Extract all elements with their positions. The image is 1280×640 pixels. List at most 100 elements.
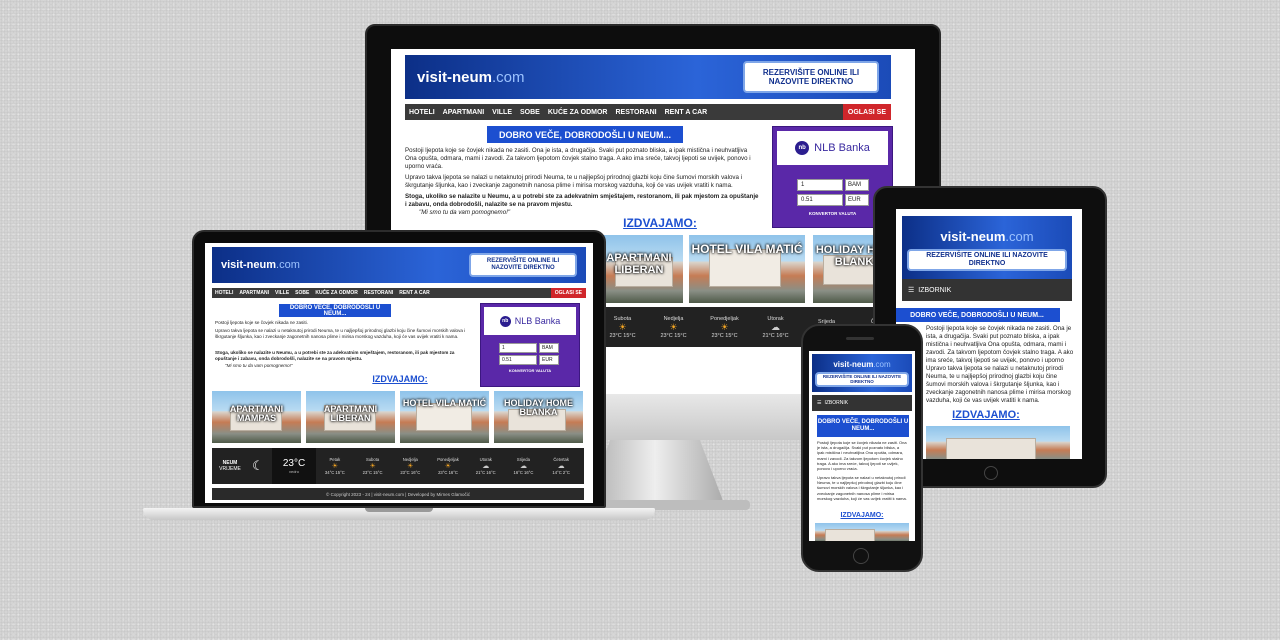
currency-select-2[interactable]: EUR: [539, 355, 559, 365]
featured-heading: IZDVAJAMO:: [952, 409, 1020, 421]
weather-bar: NEUM VRIJEME ☾ 23°C vedro Petak ☀ 34°C 15°C …: [212, 448, 584, 484]
currency-converter-widget: nb NLB Banka 1 BAM 0.51 EUR KONVERTOR VA…: [480, 303, 580, 387]
listing-card[interactable]: [926, 426, 1070, 459]
featured-heading: IZDVAJAMO:: [840, 512, 884, 519]
currency-select-2[interactable]: EUR: [845, 194, 869, 206]
listing-title: HOTEL VILA MATIĆ: [402, 398, 487, 408]
ads-button[interactable]: OGLASI SE: [550, 288, 586, 298]
listing-card[interactable]: HOTEL VILA MATIĆ: [400, 391, 489, 443]
listing-card[interactable]: HOLIDAY HOME BLANKA: [494, 391, 583, 443]
site-header: visit-neum.com REZERVIŠITE ONLINE ILI NA…: [212, 247, 586, 283]
featured-heading: IZDVAJAMO:: [623, 216, 697, 230]
listing-card[interactable]: [815, 523, 909, 541]
reserve-button[interactable]: REZERVIŠITE ONLINE ILI NAZOVITE DIREKTNO: [907, 249, 1067, 271]
weather-day: Petak ☀ 34°C 15°C: [316, 457, 354, 475]
listing-title: HOTEL VILA MATIĆ: [691, 242, 803, 256]
listing-card[interactable]: APARTMANI MAMPAS: [212, 391, 301, 443]
menu-bar[interactable]: ☰ IZBORNIK: [902, 279, 1072, 301]
weather-day: Subota ☀ 23°C 15°C: [354, 457, 392, 475]
welcome-banner: DOBRO VEČE, DOBRODOŠLI U NEUM...: [817, 415, 909, 437]
reserve-button[interactable]: REZERVIŠITE ONLINE ILI NAZOVITE DIREKTNO: [743, 61, 879, 93]
bank-name: NLB Banka: [814, 142, 870, 154]
weather-day: Srijeda ☁ 16°C 16°C: [505, 457, 543, 475]
listing-title: APARTMANI LIBERAN: [323, 404, 378, 424]
phone-home-button[interactable]: [853, 548, 869, 564]
currency-select-1[interactable]: BAM: [845, 179, 869, 191]
quote-text: "Mi smo tu da vam pomognemo!": [419, 209, 511, 216]
nlb-logo-icon: nb: [795, 141, 810, 155]
nav-rent[interactable]: RENT A CAR: [661, 104, 712, 120]
intro-text-3: Stoga, ukoliko se nalazite u Neumu, a u …: [215, 350, 455, 361]
weather-day: Utorak ☁ 21°C 16°C: [750, 316, 801, 339]
hamburger-icon: ☰: [908, 287, 915, 294]
menu-bar[interactable]: ☰ IZBORNIK: [812, 395, 912, 411]
nav-restorani[interactable]: RESTORANI: [361, 288, 396, 298]
amount-input-2[interactable]: 0.51: [797, 194, 843, 206]
nav-kuce[interactable]: KUĆE ZA ODMOR: [544, 104, 612, 120]
listing-card[interactable]: APARTMANI LIBERAN: [306, 391, 395, 443]
site-header: visit-neum.com REZERVIŠITE ONLINE ILI NA…: [405, 55, 891, 99]
sun-icon: ☀: [369, 463, 376, 470]
bank-name: NLB Banka: [514, 316, 561, 326]
nav-restorani[interactable]: RESTORANI: [611, 104, 660, 120]
sun-icon: ☀: [331, 463, 338, 470]
moon-icon: ☾: [252, 458, 264, 473]
featured-heading: IZDVAJAMO:: [372, 374, 428, 384]
nav-sobe[interactable]: SOBE: [292, 288, 312, 298]
cloud-icon: ☁: [519, 463, 527, 470]
listing-card[interactable]: HOTEL VILA MATIĆ: [689, 235, 805, 303]
cloud-icon: ☁: [482, 463, 490, 470]
listing-title: APARTMANI LIBERAN: [606, 252, 672, 276]
weather-day: Nedjelja ☀ 23°C 15°C: [648, 316, 699, 339]
nav-apartmani[interactable]: APARTMANI: [439, 104, 488, 120]
intro-text-1: Postoji ljepota koje se čovjek nikada ne…: [215, 320, 308, 325]
weather-day: Ponedjeljak ☀ 23°C 15°C: [699, 316, 750, 339]
nlb-logo-icon: nb: [499, 315, 511, 327]
main-nav: HOTELI APARTMANI VILLE SOBE KUĆE ZA ODMO…: [212, 288, 586, 298]
main-nav: HOTELI APARTMANI VILLE SOBE KUĆE ZA ODMO…: [405, 104, 891, 120]
phone-speaker: [846, 337, 874, 340]
reserve-button[interactable]: REZERVIŠITE ONLINE ILI NAZOVITE DIREKTNO: [469, 253, 577, 277]
welcome-banner: DOBRO VEČE, DOBRODOŠLI U NEUM...: [487, 126, 683, 143]
nav-sobe[interactable]: SOBE: [516, 104, 544, 120]
listing-title: HOLIDAY HOME BLANKA: [503, 398, 573, 418]
intro-text-2: Upravo takva ljepota se nalazi u netaknu…: [926, 365, 1071, 403]
tablet-home-button[interactable]: [984, 466, 998, 480]
amount-input-1[interactable]: 1: [797, 179, 843, 191]
quote-text: "Mi smo tu da vam pomognemo!": [225, 363, 293, 368]
monitor-stand: [585, 440, 725, 506]
weather-day: Nedjelja ☀ 23°C 16°C: [391, 457, 429, 475]
site-logo[interactable]: visit-neum.com: [417, 69, 525, 86]
intro-text-1: Postoji ljepota koje se čovjek nikada ne…: [405, 147, 751, 171]
nav-rent[interactable]: RENT A CAR: [396, 288, 432, 298]
hamburger-icon: ☰: [817, 400, 822, 406]
intro-text-1: Postoji ljepota koje se čovjek nikada ne…: [926, 325, 1074, 363]
currency-select-1[interactable]: BAM: [539, 343, 559, 353]
converter-title: KONVERTOR VALUTA: [508, 368, 552, 373]
nav-ville[interactable]: VILLE: [272, 288, 292, 298]
amount-input-1[interactable]: 1: [499, 343, 537, 353]
site-logo[interactable]: visit-neum.com: [221, 259, 300, 271]
ads-button[interactable]: OGLASI SE: [842, 104, 891, 120]
site-logo[interactable]: visit-neum.com: [833, 360, 890, 369]
laptop-notch: [365, 508, 433, 512]
sun-icon: ☀: [444, 463, 452, 470]
intro-text-2: Upravo takva ljepota se nalazi u netaknu…: [817, 475, 907, 501]
nav-hoteli[interactable]: HOTELI: [405, 104, 439, 120]
sun-icon: ☀: [720, 321, 729, 332]
reserve-button[interactable]: REZERVIŠITE ONLINE ILI NAZOVITE DIREKTNO: [815, 371, 909, 387]
nav-hoteli[interactable]: HOTELI: [212, 288, 236, 298]
nav-kuce[interactable]: KUĆE ZA ODMOR: [312, 288, 361, 298]
weather-day: Utorak ☁ 21°C 16°C: [467, 457, 505, 475]
nav-ville[interactable]: VILLE: [488, 104, 516, 120]
weather-current: NEUM VRIJEME: [219, 460, 241, 472]
current-temp: 23°C vedro: [272, 448, 316, 484]
site-logo[interactable]: visit-neum.com: [940, 229, 1033, 244]
listing-card[interactable]: APARTMANI LIBERAN: [595, 235, 683, 303]
nav-apartmani[interactable]: APARTMANI: [236, 288, 272, 298]
amount-input-2[interactable]: 0.51: [499, 355, 537, 365]
sun-icon: ☀: [407, 463, 414, 470]
intro-text-1: Postoji ljepota koje se čovjek nikada ne…: [817, 440, 907, 471]
intro-text-2: Upravo takva ljepota se nalazi u netaknu…: [405, 174, 743, 190]
cloud-icon: ☁: [771, 321, 780, 332]
